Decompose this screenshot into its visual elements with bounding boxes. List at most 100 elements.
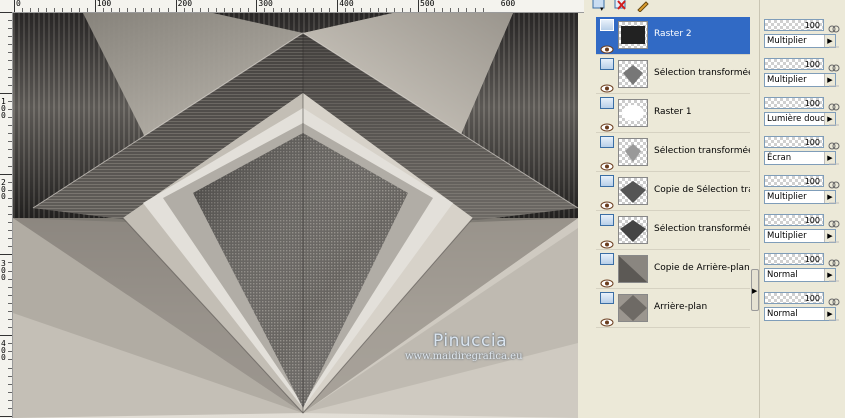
ruler-tick (409, 8, 411, 12)
layer-name[interactable]: Raster 1 (654, 107, 750, 118)
lock-icon[interactable] (828, 136, 840, 150)
opacity-slider[interactable]: 100 (764, 19, 824, 31)
layer-name[interactable]: Copie de Arrière-plan (654, 263, 750, 274)
opacity-slider[interactable]: 100 (764, 292, 824, 304)
lock-icon[interactable] (828, 253, 840, 267)
ruler-tick (450, 8, 452, 12)
eye-icon[interactable] (600, 195, 614, 210)
layer-group-icon[interactable] (600, 58, 614, 70)
blend-mode-select[interactable]: Normal ▶ (764, 268, 836, 282)
blend-mode-select[interactable]: Écran ▶ (764, 151, 836, 165)
edit-layer-icon[interactable] (636, 0, 650, 13)
blend-mode-value: Lumière douce (767, 114, 830, 124)
opacity-value: 100 (804, 99, 820, 108)
link-icon[interactable] (828, 271, 840, 282)
ruler-tick (8, 391, 12, 393)
layer-name[interactable]: Copie de Sélection tran (654, 185, 750, 196)
delete-layer-icon[interactable] (614, 0, 628, 11)
ruler-tick (46, 8, 48, 12)
layer-group-icon[interactable] (600, 175, 614, 187)
ruler-tick (8, 222, 12, 224)
layer-name[interactable]: Sélection transformée (654, 146, 750, 157)
ruler-tick (256, 0, 258, 12)
ruler-tick (8, 286, 12, 288)
ruler-tick (8, 230, 12, 232)
link-icon[interactable] (828, 232, 840, 243)
ruler-tick (353, 8, 355, 12)
ruler-tick (8, 157, 12, 159)
new-layer-icon[interactable]: ▾ (592, 0, 606, 13)
opacity-slider[interactable]: 100 (764, 58, 824, 70)
eye-icon[interactable] (600, 39, 614, 54)
blend-mode-select[interactable]: Normal ▶ (764, 307, 836, 321)
layer-group-icon[interactable] (600, 97, 614, 109)
lock-icon[interactable] (828, 214, 840, 228)
layer-name[interactable]: Arrière-plan (654, 302, 750, 313)
layer-name[interactable]: Sélection transformée 2 (654, 68, 750, 79)
eye-icon[interactable] (600, 78, 614, 93)
opacity-slider[interactable]: 100 (764, 175, 824, 187)
ruler-tick (175, 0, 177, 12)
ruler-tick (8, 60, 12, 62)
ruler-tick (8, 28, 12, 30)
ruler-tick (8, 302, 12, 304)
opacity-slider[interactable]: 100 (764, 136, 824, 148)
ruler-label: 4 0 0 (1, 339, 6, 363)
layer-row[interactable]: Sélection transformée (596, 134, 750, 172)
link-icon[interactable] (828, 154, 840, 165)
ruler-label: 500 (420, 0, 435, 8)
eye-icon[interactable] (600, 312, 614, 327)
blend-mode-value: Multiplier (767, 192, 807, 202)
layer-name[interactable]: Raster 2 (654, 29, 750, 40)
layer-group-icon[interactable] (600, 253, 614, 265)
blend-mode-select[interactable]: Lumière douce ▶ (764, 112, 836, 126)
eye-icon[interactable] (600, 273, 614, 288)
link-icon[interactable] (828, 193, 840, 204)
lock-icon[interactable] (828, 19, 840, 33)
link-icon[interactable] (828, 76, 840, 87)
layer-row[interactable]: Raster 1 (596, 95, 750, 133)
blend-mode-select[interactable]: Multiplier ▶ (764, 73, 836, 87)
lock-icon[interactable] (828, 175, 840, 189)
ruler-tick (94, 0, 96, 12)
eye-icon[interactable] (600, 234, 614, 249)
layer-group-icon[interactable] (600, 136, 614, 148)
ruler-tick (0, 254, 12, 256)
layer-row[interactable]: Copie de Arrière-plan (596, 251, 750, 289)
layer-group-icon[interactable] (600, 292, 614, 304)
ruler-tick (466, 8, 468, 12)
blend-mode-select[interactable]: Multiplier ▶ (764, 229, 836, 243)
layer-row[interactable]: Raster 2 (596, 17, 750, 55)
lock-icon[interactable] (828, 58, 840, 72)
layer-group-icon[interactable] (600, 214, 614, 226)
scroll-right-arrow-icon[interactable]: ▶ (752, 287, 757, 295)
layer-row[interactable]: Sélection transformée 2 (596, 56, 750, 94)
layers-scrollbar[interactable]: ▶ (751, 17, 759, 327)
blend-mode-select[interactable]: Multiplier ▶ (764, 34, 836, 48)
layer-name[interactable]: Sélection transformée (654, 224, 750, 235)
layer-row[interactable]: Sélection transformée (596, 212, 750, 250)
layer-row[interactable]: Arrière-plan (596, 290, 750, 328)
opacity-slider[interactable]: 100 (764, 97, 824, 109)
opacity-slider[interactable]: 100 (764, 253, 824, 265)
layer-row[interactable]: Copie de Sélection tran (596, 173, 750, 211)
lock-icon[interactable] (828, 292, 840, 306)
lock-icon[interactable] (828, 97, 840, 111)
link-icon[interactable] (828, 310, 840, 321)
ruler-tick (78, 8, 80, 12)
image-canvas[interactable]: Pinuccia www.maidiregrafica.eu (13, 13, 578, 418)
link-icon[interactable] (828, 37, 840, 48)
opacity-slider[interactable]: 100 (764, 214, 824, 226)
ruler-tick (337, 0, 339, 12)
eye-icon[interactable] (600, 156, 614, 171)
svg-text:▾: ▾ (600, 5, 604, 12)
ruler-tick (232, 8, 234, 12)
ruler-tick (8, 375, 12, 377)
canvas-scrollbar[interactable] (578, 13, 584, 418)
eye-icon[interactable] (600, 117, 614, 132)
layer-props-row: 100 Normal ▶ (762, 251, 845, 289)
blend-mode-select[interactable]: Multiplier ▶ (764, 190, 836, 204)
ruler-tick (8, 205, 12, 207)
link-icon[interactable] (828, 115, 840, 126)
layer-group-icon[interactable] (600, 19, 614, 31)
